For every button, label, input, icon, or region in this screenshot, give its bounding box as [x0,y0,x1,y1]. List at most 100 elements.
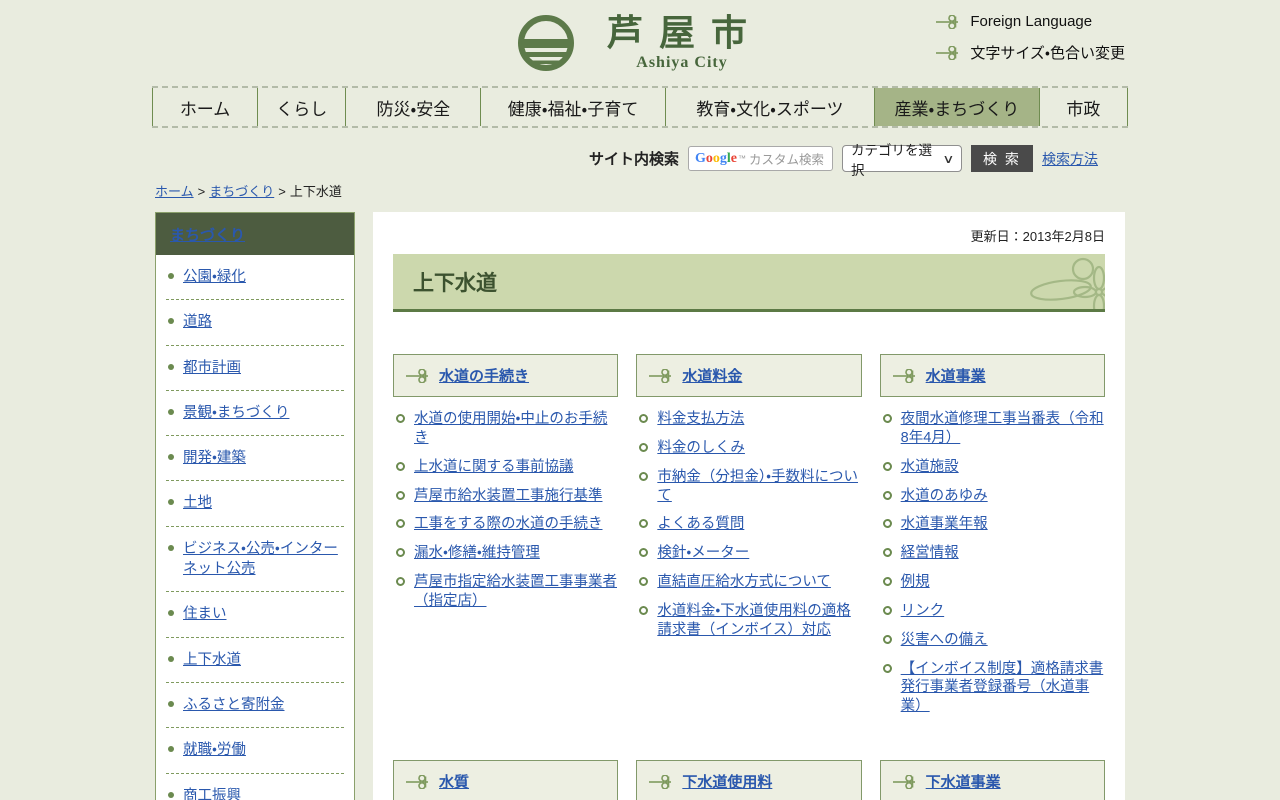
list-item: 例規 [883,573,1105,592]
bullet-icon [168,499,174,505]
list-item: 水道施設 [883,458,1105,477]
ring-bullet-icon [639,472,648,481]
ring-bullet-icon [639,443,648,452]
category-select[interactable]: カテゴリを選択 ∨ [842,145,962,172]
nav-item-sangyou[interactable]: 産業・まちづくり [874,88,1039,126]
list-item: 【インボイス制度】適格請求書発行事業者登録番号（水道事業） [883,660,1105,717]
bullet-icon [168,545,174,551]
link-list: 水道の使用開始・中止のお手続き 上水道に関する事前協議 芦屋市給水装置工事施行基… [393,410,618,611]
sidebar-item-water-sewer: 上下水道 [166,638,344,683]
site-name-en: Ashiya City [636,54,727,72]
list-item: 水道のあゆみ [883,487,1105,506]
site-search: サイト内検索 Google™ カスタム検索 カテゴリを選択 ∨ 検 索 検索方法 [152,145,1098,172]
ring-bullet-icon [639,548,648,557]
ring-bullet-icon [639,606,648,615]
list-item: 市納金（分担金）・手数料について [639,468,861,506]
sidebar-item-business: ビジネス・公売・インターネット公売 [166,527,344,593]
ring-bullet-icon [883,519,892,528]
list-item: 料金支払方法 [639,410,861,429]
section-title-link[interactable]: 水道の手続き [439,365,529,386]
section-title-link[interactable]: 水道事業 [926,365,986,386]
sidebar-item-employment: 就職・労働 [166,728,344,773]
category-select-value: カテゴリを選択 [851,139,944,179]
list-item: 上水道に関する事前協議 [396,458,618,477]
sprig-icon [893,369,917,383]
ring-bullet-icon [883,462,892,471]
ring-bullet-icon [883,491,892,500]
accessibility-label: 文字サイズ・色合い変更 [970,42,1125,63]
sidebar-item-landscape: 景観・まちづくり [166,391,344,436]
section-header: 水道事業 [880,354,1105,397]
placeholder-suffix: カスタム検索 [749,149,824,168]
section-title-link[interactable]: 下水道事業 [926,771,1001,792]
accessibility-link[interactable]: 文字サイズ・色合い変更 [936,42,1125,63]
ring-bullet-icon [883,606,892,615]
ornament-flower-icon [1015,254,1105,312]
section-header: 下水道使用料 [636,760,861,800]
page-title-banner: 上下水道 [393,254,1105,312]
sidebar-list: 公園・緑化 道路 都市計画 景観・まちづくり 開発・建築 土地 ビジネス・公売・… [156,255,354,800]
nav-item-home[interactable]: ホーム [152,88,257,126]
nav-item-shisei[interactable]: 市政 [1039,88,1128,126]
breadcrumb: ホーム>まちづくり>上下水道 [155,181,1280,200]
sidebar-item-commerce: 商工振興 [166,774,344,800]
sprig-icon [893,775,917,789]
section-title-link[interactable]: 水質 [439,771,469,792]
page-title: 上下水道 [413,267,497,297]
site-header: 芦屋市 Ashiya City Foreign Language 文字サイズ・色… [0,0,1280,86]
foreign-language-link[interactable]: Foreign Language [936,13,1125,30]
link-list: 夜間水道修理工事当番表（令和8年4月） 水道施設 水道のあゆみ 水道事業年報 経… [880,410,1105,716]
header-utility-links: Foreign Language 文字サイズ・色合い変更 [936,13,1125,63]
nav-item-kenkou[interactable]: 健康・福祉・子育て [480,88,664,126]
search-button[interactable]: 検 索 [971,145,1033,172]
section-title-link[interactable]: 水道料金 [682,365,742,386]
bullet-icon [168,273,174,279]
bullet-icon [168,746,174,752]
bullet-icon [168,364,174,370]
list-item: 経営情報 [883,544,1105,563]
list-item: 工事をする際の水道の手続き [396,515,618,534]
search-input[interactable]: Google™ カスタム検索 [688,146,833,171]
list-item: 夜間水道修理工事当番表（令和8年4月） [883,410,1105,448]
breadcrumb-machizukuri[interactable]: まちづくり [209,184,274,199]
ring-bullet-icon [883,635,892,644]
site-logo[interactable]: 芦屋市 Ashiya City [517,14,763,72]
nav-item-kurashi[interactable]: くらし [257,88,345,126]
section-title-link[interactable]: 下水道使用料 [682,771,772,792]
main-nav: ホーム くらし 防災・安全 健康・福祉・子育て 教育・文化・スポーツ 産業・まち… [152,86,1128,128]
page: 芦屋市 Ashiya City Foreign Language 文字サイズ・色… [0,0,1280,800]
section-sewer-charges: 下水道使用料 下水道使用料の減免について 下水道使用料のしくみ [636,760,861,800]
nav-item-bousai[interactable]: 防災・安全 [345,88,480,126]
bullet-icon [168,610,174,616]
section-sewer-business: 下水道事業 下水道の概要 下水道の計画 [880,760,1105,800]
breadcrumb-home[interactable]: ホーム [155,184,194,199]
search-label: サイト内検索 [589,148,679,169]
city-emblem-icon [517,14,575,72]
nav-item-kyouiku[interactable]: 教育・文化・スポーツ [665,88,874,126]
chevron-down-icon: ∨ [942,152,954,166]
sidebar-item-land: 土地 [166,481,344,526]
section-header: 水質 [393,760,618,800]
ring-bullet-icon [396,414,405,423]
breadcrumb-current: 上下水道 [290,184,342,199]
section-header: 水道料金 [636,354,861,397]
ring-bullet-icon [639,414,648,423]
sidebar-item-housing: 住まい [166,592,344,637]
sidebar-title-link[interactable]: まちづくり [170,224,245,245]
foreign-language-label: Foreign Language [970,13,1092,30]
bullet-icon [168,792,174,798]
bullet-icon [168,701,174,707]
site-name: 芦屋市 [607,15,763,51]
list-item: 料金のしくみ [639,439,861,458]
section-water-business: 水道事業 夜間水道修理工事当番表（令和8年4月） 水道施設 水道のあゆみ 水道事… [880,354,1105,726]
main-panel: 更新日：2013年2月8日 上下水道 水道の手続き [373,212,1125,800]
sidebar: まちづくり 公園・緑化 道路 都市計画 景観・まちづくり 開発・建築 土地 ビジ… [155,212,355,800]
list-item: 水道料金・下水道使用料の適格請求書（インボイス）対応 [639,602,861,640]
ring-bullet-icon [883,548,892,557]
section-water-procedures: 水道の手続き 水道の使用開始・中止のお手続き 上水道に関する事前協議 芦屋市給水… [393,354,618,621]
sidebar-item-furusato: ふるさと寄附金 [166,683,344,728]
sidebar-header: まちづくり [156,213,354,255]
search-help-link[interactable]: 検索方法 [1042,149,1098,169]
sprig-icon [936,15,960,29]
bullet-icon [168,454,174,460]
